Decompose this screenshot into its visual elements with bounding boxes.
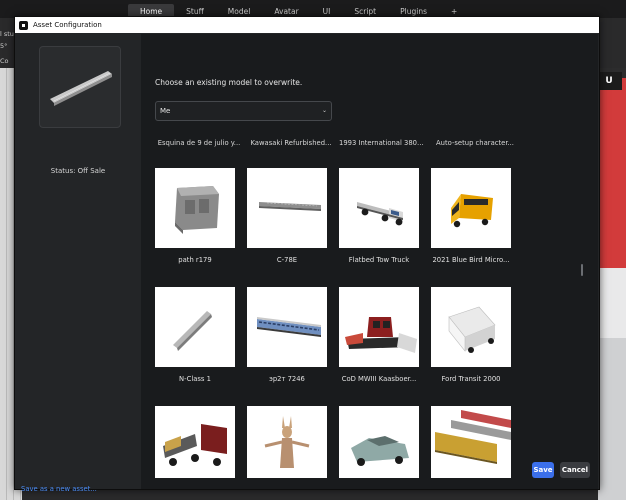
train-long-thumbnail-icon bbox=[247, 168, 327, 248]
chevron-down-icon: ⌄ bbox=[321, 107, 327, 114]
list-item-label[interactable]: Esquina de 9 de julio y... bbox=[155, 139, 243, 147]
asset-preview bbox=[39, 46, 121, 128]
model-grid: path r179 C-78E Flatbed Tow Truck 2021 B… bbox=[155, 168, 575, 478]
asset-info-pane: Status: Off Sale Save as a new asset... bbox=[15, 34, 141, 493]
model-name: C-78E bbox=[276, 256, 298, 264]
model-tile[interactable] bbox=[339, 406, 419, 478]
dialog-title: Asset Configuration bbox=[33, 21, 102, 29]
cancel-button[interactable]: Cancel bbox=[560, 462, 590, 478]
boxcar-thumbnail-icon bbox=[431, 406, 511, 478]
model-tile[interactable]: C-78E bbox=[247, 168, 327, 264]
save-as-new-asset-link[interactable]: Save as a new asset... bbox=[21, 485, 97, 493]
model-name: Ford Transit 2000 bbox=[441, 375, 501, 383]
model-tile[interactable] bbox=[431, 406, 511, 478]
model-name: 2021 Blue Bird Micro... bbox=[432, 256, 510, 264]
model-tile[interactable]: Flatbed Tow Truck bbox=[339, 168, 419, 264]
rail-car-thumbnail-icon bbox=[155, 287, 235, 367]
panel-snippet: l stu bbox=[0, 30, 14, 38]
blue-train-thumbnail-icon bbox=[247, 287, 327, 367]
list-item-label[interactable]: 1993 International 3800... bbox=[339, 139, 427, 147]
asset-status: Status: Off Sale bbox=[50, 167, 106, 175]
list-item-label[interactable]: Auto-setup character... bbox=[431, 139, 519, 147]
van-thumbnail-icon bbox=[431, 287, 511, 367]
grid-scrollbar[interactable] bbox=[581, 264, 583, 276]
model-tile[interactable] bbox=[155, 406, 235, 478]
rail-model-preview-icon bbox=[50, 71, 112, 106]
school-bus-thumbnail-icon bbox=[431, 168, 511, 248]
save-button[interactable]: Save bbox=[532, 462, 554, 478]
asset-configuration-dialog: Asset Configuration Status: Off Sale Sav… bbox=[14, 16, 600, 493]
model-tile[interactable]: path r179 bbox=[155, 168, 235, 264]
snowcat-thumbnail-icon bbox=[339, 287, 419, 367]
overwrite-prompt: Choose an existing model to overwrite. bbox=[155, 78, 303, 87]
model-name: CoD MWIII Kaasboer... bbox=[341, 375, 417, 383]
model-tile[interactable]: CoD MWIII Kaasboer... bbox=[339, 287, 419, 383]
truck-thumbnail-icon bbox=[155, 406, 235, 478]
model-name: Flatbed Tow Truck bbox=[348, 256, 410, 264]
model-name: path r179 bbox=[178, 256, 212, 264]
list-item-label[interactable]: Kawasaki Refurbished... bbox=[247, 139, 335, 147]
dropdown-selected-value: Me bbox=[160, 107, 171, 115]
creator-dropdown[interactable]: Me ⌄ bbox=[155, 101, 332, 121]
model-name: эр2т 7246 bbox=[269, 375, 305, 383]
tow-truck-thumbnail-icon bbox=[339, 168, 419, 248]
character-thumbnail-icon bbox=[247, 406, 327, 478]
dialog-titlebar[interactable]: Asset Configuration bbox=[15, 17, 599, 33]
sedan-thumbnail-icon bbox=[339, 406, 419, 478]
panel-snippet: 5° bbox=[0, 42, 8, 50]
model-tile[interactable] bbox=[247, 406, 327, 478]
overwrite-selection-pane: Choose an existing model to overwrite. M… bbox=[141, 34, 598, 489]
model-tile[interactable]: N-Class 1 bbox=[155, 287, 235, 383]
viewport-right-scene bbox=[598, 18, 626, 500]
model-tile[interactable]: 2021 Blue Bird Micro... bbox=[431, 168, 511, 264]
studio-logo-icon bbox=[19, 20, 28, 30]
model-name: N-Class 1 bbox=[179, 375, 211, 383]
model-tile[interactable]: Ford Transit 2000 bbox=[431, 287, 511, 383]
panel-snippet: Co bbox=[0, 57, 9, 65]
model-tile[interactable]: эр2т 7246 bbox=[247, 287, 327, 383]
subway-cab-thumbnail-icon bbox=[155, 168, 235, 248]
